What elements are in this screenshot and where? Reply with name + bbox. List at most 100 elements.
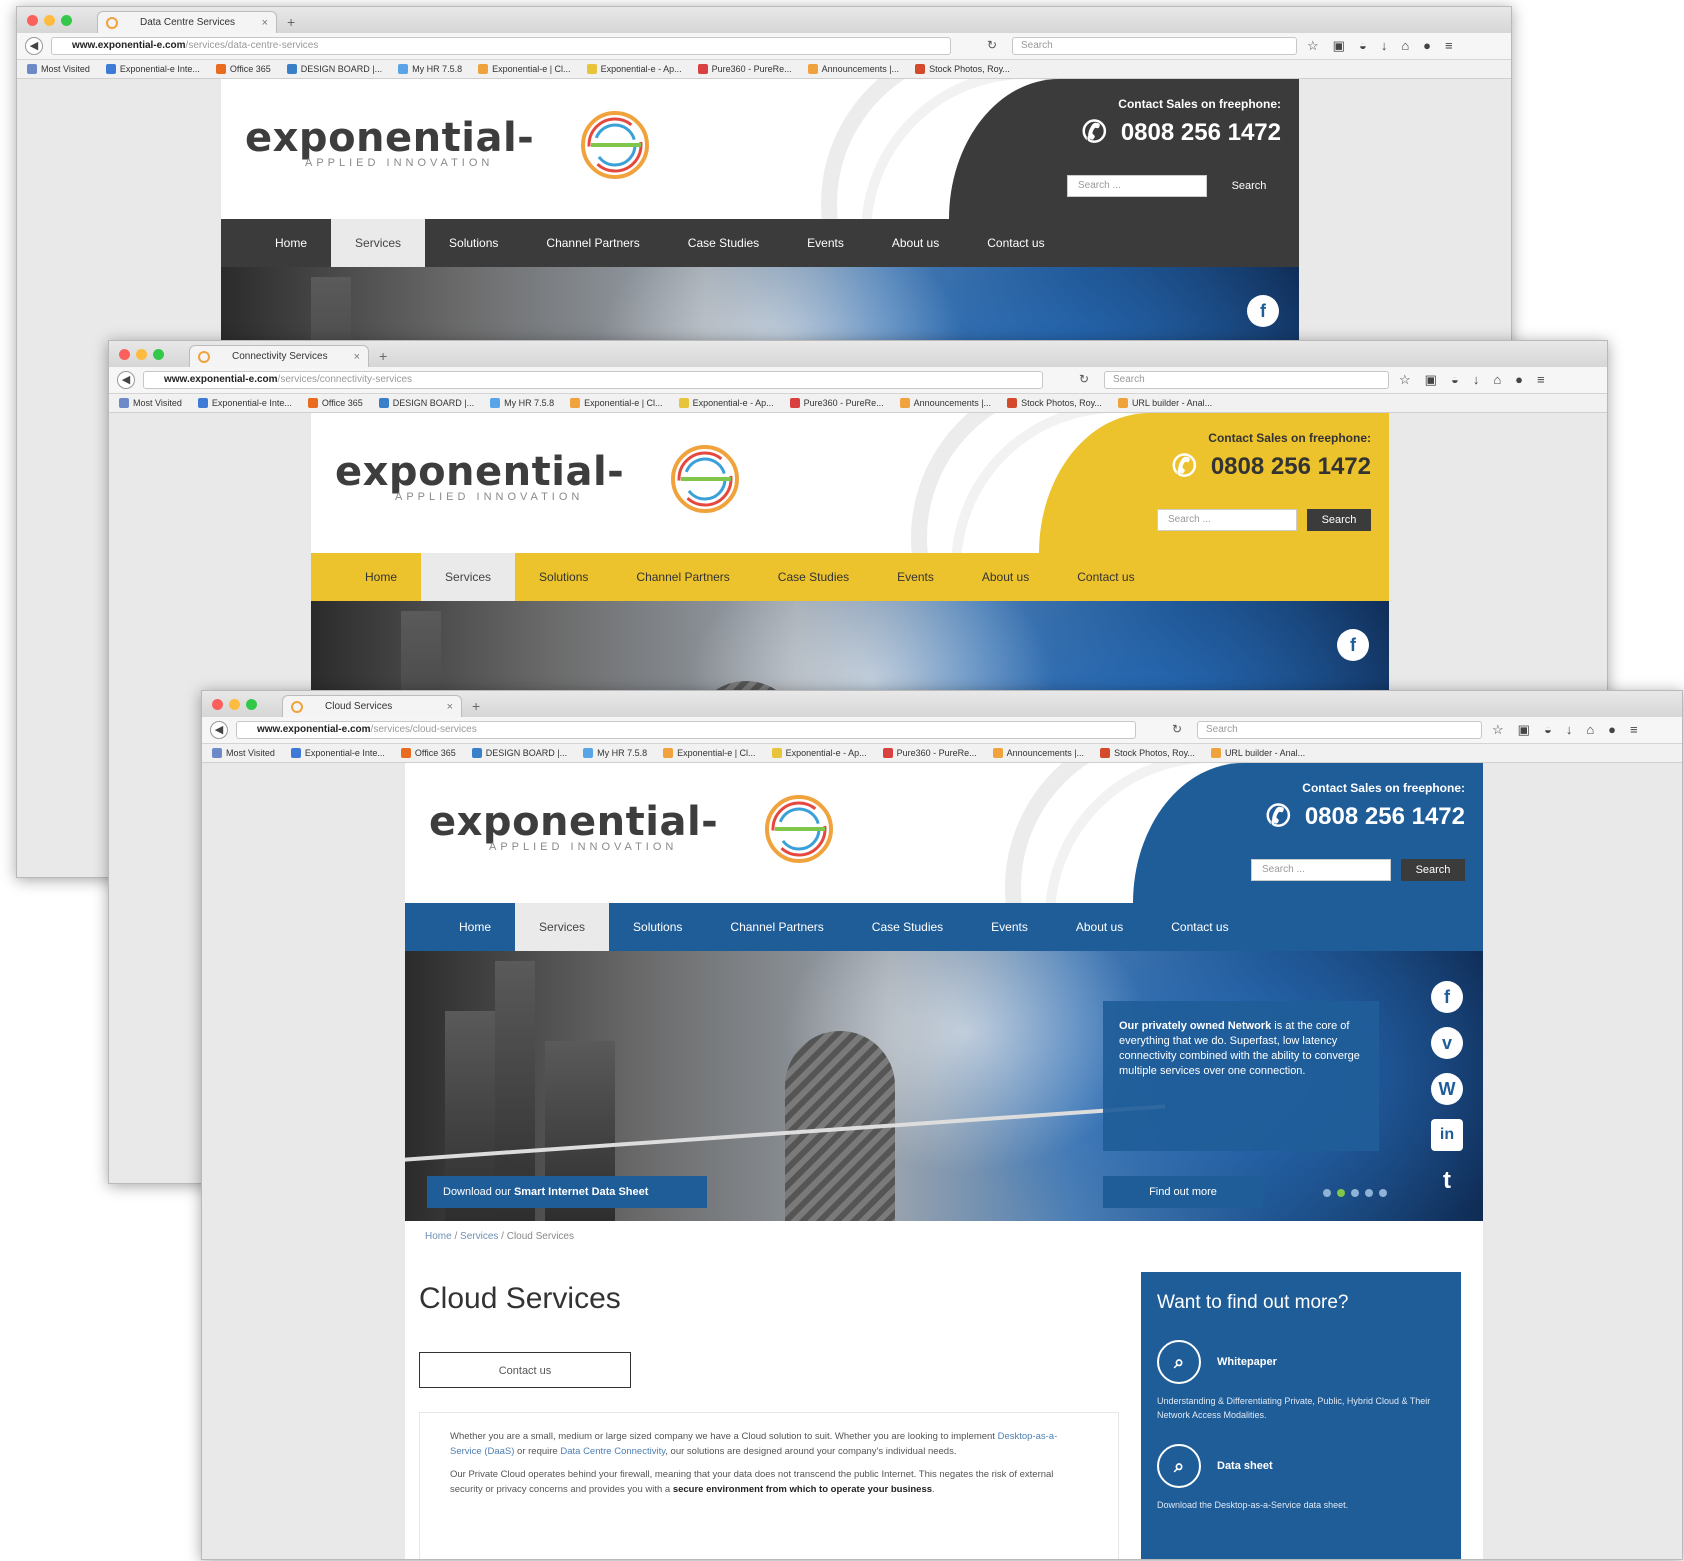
home-icon[interactable]: ⌂ bbox=[1401, 38, 1409, 54]
carousel-dot[interactable] bbox=[1337, 1189, 1345, 1197]
carousel-dot[interactable] bbox=[1323, 1189, 1331, 1197]
back-arrow-icon[interactable]: ◀ bbox=[117, 371, 135, 389]
data-centre-connectivity-link[interactable]: Data Centre Connectivity bbox=[560, 1446, 665, 1457]
contact-us-button[interactable]: Contact us bbox=[419, 1352, 631, 1388]
bookmark-item[interactable]: Most Visited bbox=[119, 398, 182, 408]
home-icon[interactable]: ⌂ bbox=[1586, 722, 1594, 738]
bookmark-item[interactable]: My HR 7.5.8 bbox=[398, 64, 462, 74]
bookmark-item[interactable]: Pure360 - PureRe... bbox=[882, 748, 977, 758]
bookmark-item[interactable]: Stock Photos, Roy... bbox=[915, 64, 1010, 74]
nav-contact-us[interactable]: Contact us bbox=[963, 219, 1068, 267]
wordpress-icon[interactable]: W bbox=[1431, 1073, 1463, 1105]
bookmark-item[interactable]: URL builder - Anal... bbox=[1210, 748, 1305, 758]
pocket-icon[interactable]: ◒ bbox=[1451, 372, 1459, 388]
reload-icon[interactable]: ↻ bbox=[1172, 722, 1182, 736]
bookmark-item[interactable]: URL builder - Anal... bbox=[1117, 398, 1212, 408]
breadcrumb-services[interactable]: Services bbox=[460, 1231, 498, 1242]
address-bar[interactable]: www.exponential-e.com/services/connectiv… bbox=[143, 371, 1043, 389]
browser-search-field[interactable]: Search bbox=[1197, 721, 1482, 739]
phone-number[interactable]: ✆ 0808 256 1472 bbox=[1172, 449, 1371, 484]
bookmark-item[interactable]: Exponential-e - Ap... bbox=[678, 398, 774, 408]
nav-about-us[interactable]: About us bbox=[958, 553, 1053, 601]
nav-events[interactable]: Events bbox=[873, 553, 958, 601]
bookmark-item[interactable]: Most Visited bbox=[212, 748, 275, 758]
download-icon[interactable]: ↓ bbox=[1473, 372, 1480, 388]
data-sheet-resource[interactable]: ⌕ Data sheet Download the Desktop-as-a-Se… bbox=[1157, 1444, 1445, 1512]
bookmark-item[interactable]: Announcements |... bbox=[992, 748, 1084, 758]
bookmark-item[interactable]: DESIGN BOARD |... bbox=[378, 398, 474, 408]
site-logo[interactable]: exponential- APPLIED INNOVATION bbox=[429, 795, 833, 863]
phone-number[interactable]: ✆ 0808 256 1472 bbox=[1082, 115, 1281, 150]
star-icon[interactable]: ☆ bbox=[1307, 38, 1319, 54]
new-tab-icon[interactable]: + bbox=[379, 348, 387, 364]
nav-channel-partners[interactable]: Channel Partners bbox=[706, 903, 847, 951]
linkedin-icon[interactable]: in bbox=[1431, 1119, 1463, 1151]
nav-solutions[interactable]: Solutions bbox=[425, 219, 522, 267]
bookmark-item[interactable]: Office 365 bbox=[400, 748, 456, 758]
download-icon[interactable]: ↓ bbox=[1381, 38, 1388, 54]
bookmark-item[interactable]: Exponential-e | Cl... bbox=[663, 748, 756, 758]
bookmark-item[interactable]: Exponential-e Inte... bbox=[105, 64, 200, 74]
twitter-icon[interactable]: t bbox=[1431, 1165, 1463, 1197]
carousel-dot[interactable] bbox=[1365, 1189, 1373, 1197]
pocket-icon[interactable]: ◒ bbox=[1359, 38, 1367, 54]
find-out-more-button[interactable]: Find out more bbox=[1103, 1176, 1263, 1208]
browser-search-field[interactable]: Search bbox=[1104, 371, 1389, 389]
bookmark-item[interactable]: My HR 7.5.8 bbox=[490, 398, 554, 408]
bookmark-item[interactable]: Pure360 - PureRe... bbox=[789, 398, 884, 408]
vimeo-icon[interactable]: v bbox=[1431, 1027, 1463, 1059]
address-bar[interactable]: www.exponential-e.com/services/data-cent… bbox=[51, 37, 951, 55]
clipboard-icon[interactable]: ▣ bbox=[1518, 722, 1530, 738]
address-bar[interactable]: www.exponential-e.com/services/cloud-ser… bbox=[236, 721, 1136, 739]
phone-number[interactable]: ✆ 0808 256 1472 bbox=[1266, 799, 1465, 834]
site-search-input[interactable]: Search ... bbox=[1251, 859, 1391, 881]
nav-channel-partners[interactable]: Channel Partners bbox=[612, 553, 753, 601]
nav-services[interactable]: Services bbox=[515, 903, 610, 951]
nav-channel-partners[interactable]: Channel Partners bbox=[522, 219, 663, 267]
pocket-icon[interactable]: ◒ bbox=[1544, 722, 1552, 738]
chat-icon[interactable]: ● bbox=[1515, 372, 1523, 388]
site-search-button[interactable]: Search bbox=[1401, 859, 1465, 881]
new-tab-icon[interactable]: + bbox=[472, 698, 480, 714]
close-window-button[interactable] bbox=[27, 15, 38, 26]
back-arrow-icon[interactable]: ◀ bbox=[25, 37, 43, 55]
nav-home[interactable]: Home bbox=[341, 553, 421, 601]
back-arrow-icon[interactable]: ◀ bbox=[210, 721, 228, 739]
browser-tab[interactable]: Connectivity Services × bbox=[189, 345, 369, 367]
nav-home[interactable]: Home bbox=[435, 903, 515, 951]
zoom-window-button[interactable] bbox=[246, 699, 257, 710]
minimize-window-button[interactable] bbox=[229, 699, 240, 710]
bookmark-item[interactable]: Exponential-e | Cl... bbox=[570, 398, 663, 408]
menu-icon[interactable]: ≡ bbox=[1630, 722, 1638, 738]
clipboard-icon[interactable]: ▣ bbox=[1333, 38, 1345, 54]
home-icon[interactable]: ⌂ bbox=[1493, 372, 1501, 388]
bookmark-item[interactable]: My HR 7.5.8 bbox=[583, 748, 647, 758]
close-window-button[interactable] bbox=[119, 349, 130, 360]
site-search-button[interactable]: Search bbox=[1217, 175, 1281, 197]
zoom-window-button[interactable] bbox=[153, 349, 164, 360]
bookmark-item[interactable]: Office 365 bbox=[215, 64, 271, 74]
menu-icon[interactable]: ≡ bbox=[1537, 372, 1545, 388]
bookmark-item[interactable]: Office 365 bbox=[307, 398, 363, 408]
reload-icon[interactable]: ↻ bbox=[987, 38, 997, 52]
breadcrumb-home[interactable]: Home bbox=[425, 1231, 452, 1242]
zoom-window-button[interactable] bbox=[61, 15, 72, 26]
facebook-icon[interactable]: f bbox=[1337, 629, 1369, 661]
bookmark-item[interactable]: Stock Photos, Roy... bbox=[1007, 398, 1102, 408]
minimize-window-button[interactable] bbox=[44, 15, 55, 26]
whitepaper-resource[interactable]: ⌕ Whitepaper Understanding & Differentiat… bbox=[1157, 1340, 1445, 1422]
site-logo[interactable]: exponential- APPLIED INNOVATION bbox=[335, 445, 739, 513]
nav-case-studies[interactable]: Case Studies bbox=[754, 553, 873, 601]
facebook-icon[interactable]: f bbox=[1247, 295, 1279, 327]
bookmark-item[interactable]: Exponential-e Inte... bbox=[290, 748, 385, 758]
site-search-input[interactable]: Search ... bbox=[1157, 509, 1297, 531]
bookmark-item[interactable]: Announcements |... bbox=[899, 398, 991, 408]
download-icon[interactable]: ↓ bbox=[1566, 722, 1573, 738]
new-tab-icon[interactable]: + bbox=[287, 14, 295, 30]
bookmark-item[interactable]: Exponential-e - Ap... bbox=[771, 748, 867, 758]
carousel-dot[interactable] bbox=[1351, 1189, 1359, 1197]
bookmark-item[interactable]: Exponential-e Inte... bbox=[197, 398, 292, 408]
tab-close-icon[interactable]: × bbox=[354, 351, 360, 363]
nav-about-us[interactable]: About us bbox=[1052, 903, 1147, 951]
download-data-sheet-button[interactable]: Download our Smart Internet Data Sheet bbox=[427, 1176, 707, 1208]
